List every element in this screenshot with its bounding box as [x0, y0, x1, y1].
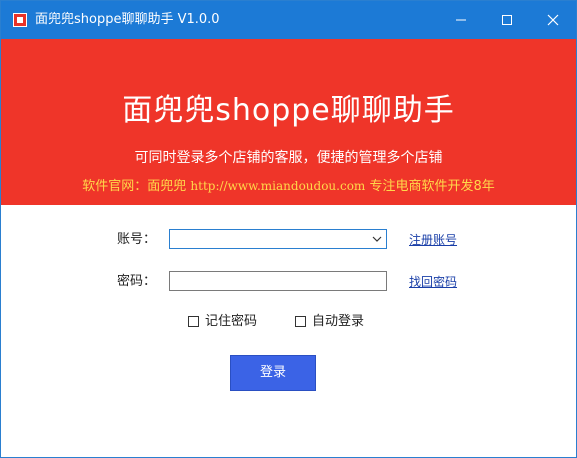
maximize-icon	[502, 15, 512, 25]
password-field[interactable]	[169, 271, 387, 291]
chevron-down-icon[interactable]	[372, 235, 382, 243]
banner-title: 面兜兜shoppe聊聊助手	[122, 93, 455, 128]
register-account-link[interactable]: 注册账号	[409, 232, 457, 248]
window-title: 面兜兜shoppe聊聊助手 V1.0.0	[35, 12, 220, 27]
login-button[interactable]: 登录	[230, 355, 316, 391]
site-prefix: 软件官网：面兜兜	[82, 179, 187, 194]
app-logo-icon	[13, 13, 27, 27]
auto-login-label[interactable]: 自动登录	[312, 313, 364, 331]
auto-login-box[interactable]	[295, 316, 306, 327]
close-button[interactable]	[530, 1, 576, 39]
minimize-icon	[456, 19, 466, 21]
site-suffix: 专注电商软件开发8年	[369, 179, 495, 194]
password-label: 密码：	[117, 274, 157, 289]
auto-login-checkbox[interactable]: 自动登录	[295, 314, 365, 330]
official-site-line: 软件官网：面兜兜 http://www.miandoudou.com 专注电商软…	[1, 177, 576, 196]
remember-password-box[interactable]	[188, 316, 199, 327]
header-banner: 面兜兜shoppe聊聊助手 可同时登录多个店铺的客服，便捷的管理多个店铺 软件官…	[1, 39, 576, 205]
remember-password-label[interactable]: 记住密码	[205, 313, 257, 331]
banner-subtitle: 可同时登录多个店铺的客服，便捷的管理多个店铺	[134, 150, 443, 166]
close-icon	[547, 14, 559, 26]
maximize-button[interactable]	[484, 1, 530, 39]
recover-password-link[interactable]: 找回密码	[409, 274, 457, 290]
account-input[interactable]	[173, 233, 363, 249]
login-window: 面兜兜shoppe聊聊助手 V1.0.0 面兜兜shoppe聊聊助手 可同时登录…	[0, 0, 577, 458]
password-input[interactable]	[173, 275, 381, 291]
account-label: 账号：	[117, 232, 157, 247]
remember-password-checkbox[interactable]: 记住密码	[188, 314, 258, 330]
minimize-button[interactable]	[438, 1, 484, 39]
title-bar[interactable]: 面兜兜shoppe聊聊助手 V1.0.0	[1, 1, 576, 39]
account-combobox[interactable]	[169, 229, 387, 249]
site-url: http://www.miandoudou.com	[190, 179, 366, 193]
